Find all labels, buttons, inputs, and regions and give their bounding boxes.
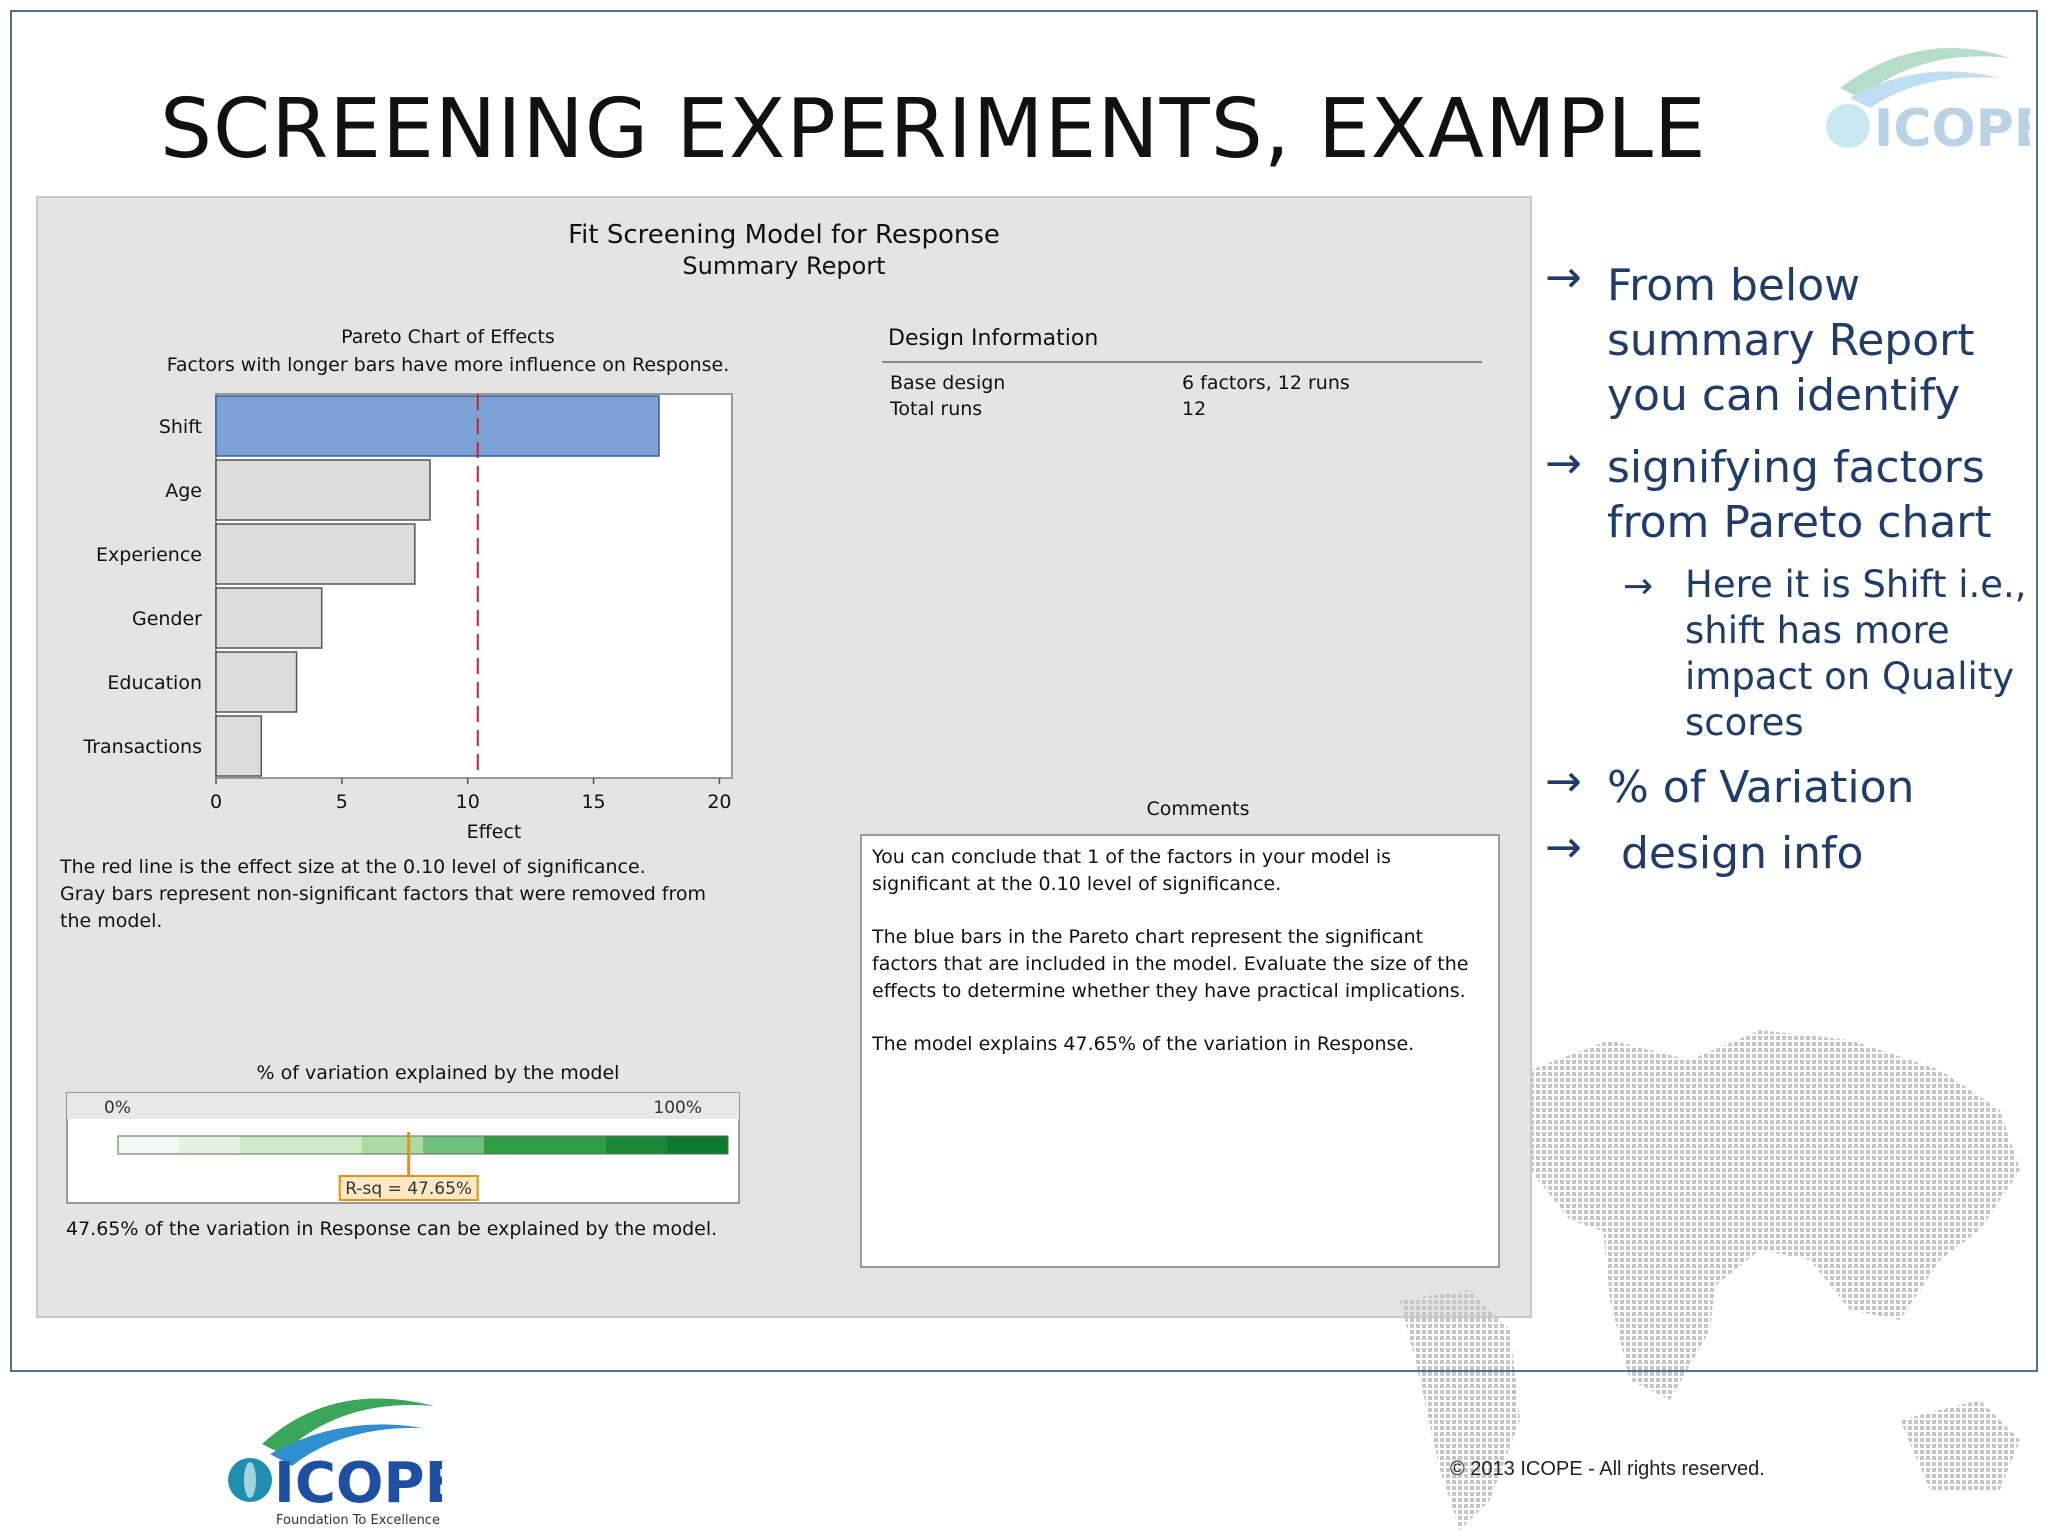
slide-title: SCREENING EXPERIMENTS, EXAMPLE — [160, 82, 1707, 177]
category-label: Education — [107, 672, 202, 694]
variation-max-label: 100% — [653, 1098, 702, 1118]
arrow-icon: → — [1545, 438, 1582, 489]
svg-text:ICOPE: ICOPE — [1874, 99, 2030, 159]
arrow-icon: → — [1545, 756, 1582, 807]
variation-min-label: 0% — [104, 1098, 131, 1118]
bullet-item: design info — [1607, 828, 1864, 879]
variation-bar: 0% 100% R-sq = 47.65% — [66, 1092, 740, 1204]
x-tick-label: 0 — [210, 791, 222, 813]
category-label: Gender — [132, 608, 202, 630]
bullet-line: from Pareto chart — [1607, 497, 1992, 548]
bullet-line: scores — [1685, 701, 1804, 744]
category-label: Age — [165, 480, 202, 502]
comments-title: Comments — [1146, 798, 1250, 820]
copyright-text: © 2013 ICOPE - All rights reserved. — [1450, 1458, 1765, 1480]
gradient-segment — [423, 1136, 484, 1154]
arrow-icon: → — [1545, 252, 1582, 303]
gradient-segment — [179, 1136, 240, 1154]
logo-tagline: Foundation To Excellence — [276, 1513, 440, 1528]
category-label: Experience — [96, 544, 202, 566]
x-tick-label: 20 — [707, 791, 731, 813]
bullet-item: signifying factors from Pareto chart — [1607, 440, 1992, 550]
x-tick-label: 10 — [456, 791, 480, 813]
logo-text: ICOPE — [274, 1451, 442, 1516]
pareto-chart: Shift Age Experience Gender Education Transac… — [82, 393, 733, 843]
world-map-graphic — [1400, 1030, 2020, 1530]
gradient-segment — [118, 1136, 179, 1154]
x-tick-label: 5 — [336, 791, 348, 813]
bullet-line: From below — [1607, 260, 1861, 311]
bullet-line: impact on Quality — [1685, 655, 2015, 698]
pareto-note-line: Gray bars represent non-significant fact… — [60, 883, 707, 905]
comment-paragraph: The blue bars in the Pareto chart repres… — [872, 926, 1469, 1002]
arrow-icon: → — [1545, 822, 1582, 873]
pareto-chart-subtitle: Factors with longer bars have more influ… — [166, 354, 730, 376]
bullet-line: Here it is Shift i.e., — [1685, 563, 2027, 606]
bar — [215, 395, 660, 457]
design-value: 6 factors, 12 runs — [1182, 372, 1350, 394]
pareto-note-line: The red line is the effect size at the 0… — [60, 856, 646, 878]
icope-logo-watermark: ICOPE — [1826, 48, 2030, 159]
pareto-note: The red line is the effect size at the 0… — [60, 854, 780, 935]
bullet-item: From below summary Report you can identi… — [1607, 258, 1974, 423]
design-info-title: Design Information — [888, 326, 1099, 351]
arrow-icon: → — [1623, 566, 1654, 607]
bar — [215, 523, 416, 585]
bar — [215, 651, 298, 713]
report-title: Fit Screening Model for Response — [568, 220, 1000, 250]
bullet-line: shift has more — [1685, 609, 1950, 652]
summary-report-panel: Fit Screening Model for Response Summary… — [36, 196, 1532, 1318]
category-label: Transactions — [82, 736, 202, 758]
rsq-label: R-sq = 47.65% — [345, 1179, 472, 1199]
category-label: Shift — [159, 416, 202, 438]
x-tick-label: 15 — [581, 791, 605, 813]
report-subtitle: Summary Report — [682, 252, 886, 280]
bullet-line: you can identify — [1607, 370, 1961, 421]
sub-bullet-item: Here it is Shift i.e., shift has more im… — [1685, 562, 2027, 746]
pareto-note-line: the model. — [60, 910, 163, 932]
variation-caption: 47.65% of the variation in Response can … — [66, 1218, 718, 1240]
comment-paragraph: You can conclude that 1 of the factors i… — [872, 846, 1392, 895]
gradient-segment — [484, 1136, 606, 1154]
pareto-chart-title: Pareto Chart of Effects — [341, 326, 555, 348]
variation-title: % of variation explained by the model — [256, 1062, 620, 1084]
bullet-item: % of Variation — [1607, 762, 1915, 813]
gradient-segment — [362, 1136, 423, 1154]
design-label: Total runs — [890, 398, 983, 420]
design-value: 12 — [1182, 398, 1207, 420]
bar — [215, 715, 263, 777]
bar — [215, 587, 323, 649]
bullet-line: summary Report — [1607, 315, 1975, 366]
design-info-divider — [882, 361, 1482, 363]
bar — [215, 459, 431, 521]
gradient-segment — [606, 1136, 667, 1154]
design-label: Base design — [890, 372, 1006, 394]
gradient-segment — [667, 1136, 728, 1154]
gradient-segment — [240, 1136, 362, 1154]
icope-logo: ICOPE Foundation To Excellence — [228, 1398, 442, 1528]
x-axis-label: Effect — [467, 821, 522, 843]
bullet-line: signifying factors — [1607, 442, 1985, 493]
